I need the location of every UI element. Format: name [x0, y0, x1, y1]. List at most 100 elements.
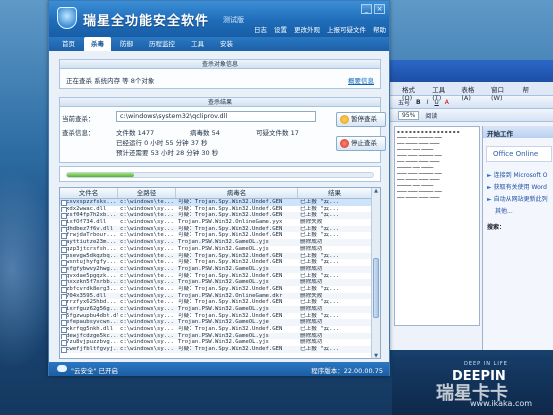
- font-size-select[interactable]: 五号: [398, 98, 410, 107]
- version-tag: 测试版: [223, 16, 244, 24]
- word-menubar: 格式(O) 工具(T) 表格(A) 窗口(W) 帮: [378, 82, 553, 102]
- cell-filename: dhdbez7f6v.dll: [60, 226, 118, 233]
- tab-scan[interactable]: 杀毒: [84, 37, 111, 51]
- pause-scan-button[interactable]: 暂停查杀: [336, 112, 386, 127]
- table-row[interactable]: rrzfyx625hbd... c:\windows\te... 可疑：Trojan…: [60, 299, 372, 306]
- tab-install[interactable]: 安装: [213, 37, 240, 51]
- table-row[interactable]: 704x3595.dll c:\windows\sy... Trojan.PSW.W…: [60, 292, 372, 300]
- menu-help[interactable]: 帮助: [373, 24, 386, 34]
- cell-filename: zbfcvrdk8erg3...: [60, 286, 118, 293]
- table-row[interactable]: ixrfguz62g56g... c:\windows\sy... Trojan.P…: [60, 306, 372, 313]
- cell-filename: cwefjfbltfgvyj...: [60, 346, 118, 353]
- table-scrollbar[interactable]: ▲ ▼: [371, 188, 380, 358]
- table-row[interactable]: qvxdae5pgqzk... c:\windows\te... 可疑：Trojan…: [60, 273, 372, 280]
- table-row[interactable]: cxvxspzzfsks... c:\windows\te... 可疑：Trojan…: [60, 199, 372, 206]
- table-row[interactable]: xdx2wwac.dll c:\windows\sy... 可疑：Trojan.Sp…: [60, 206, 372, 213]
- table-row[interactable]: sfgfybwvy2hwg... c:\windows\sy... Trojan.P…: [60, 265, 372, 273]
- bold-button[interactable]: B: [416, 99, 421, 106]
- table-row[interactable]: efepaubsyvcwn... c:\windows\sy... Trojan.P…: [60, 319, 372, 327]
- summary-link[interactable]: 概要信息: [348, 75, 374, 85]
- cell-virus: Trojan.PSW.Win32.GameOL.yje: [178, 319, 269, 326]
- watermark-tagline: DEEP IN LIFE: [464, 361, 508, 367]
- scroll-down-icon[interactable]: ▼: [373, 353, 379, 358]
- task-link-more[interactable]: 其他...: [483, 206, 553, 218]
- cell-path: c:\windows\sy...: [120, 225, 174, 232]
- cell-filename: zsf04fp7h2xb...: [60, 212, 118, 220]
- menu-skin[interactable]: 更改外观: [294, 24, 320, 34]
- table-row[interactable]: psevgw5dkqzbq... c:\windows\te... 可疑：Troja…: [60, 252, 372, 260]
- cell-filename: wxntujhyfgfy...: [60, 259, 118, 266]
- col-filename[interactable]: 文件名: [60, 188, 118, 198]
- table-row[interactable]: zbfcvrdk8erg3... c:\windows\te... 可疑：Troja…: [60, 286, 372, 293]
- cell-path: c:\windows\te...: [120, 259, 174, 266]
- tab-tools[interactable]: 工具: [184, 37, 211, 51]
- font-color-button[interactable]: A: [445, 99, 449, 106]
- word-menu-format[interactable]: 格式(O): [402, 84, 424, 102]
- table-row[interactable]: dhdbez7f6v.dll c:\windows\sy... 可疑：Trojan.…: [60, 225, 372, 233]
- table-row[interactable]: dewjfcdzge5kc... c:\windows\sy... Trojan.P…: [60, 332, 372, 340]
- minimize-button[interactable]: _: [361, 4, 372, 14]
- cell-result: 已上报 "云...: [300, 272, 340, 279]
- tab-home[interactable]: 首页: [55, 37, 82, 51]
- cell-path: c:\windows\sy...: [120, 219, 174, 226]
- results-box: 当前查杀： c:\windows\system32\qcliprov.dll 查…: [59, 107, 386, 163]
- table-row[interactable]: xkrfqg5nkh.dll c:\windows\sy... 可疑：Trojan.…: [60, 326, 372, 333]
- cell-result: 删除成功: [300, 265, 323, 272]
- cell-virus: 可疑：Trojan.Spy.Win32.Undef.GEN: [178, 232, 283, 239]
- menu-report[interactable]: 上报可疑文件: [327, 24, 366, 34]
- task-link-3[interactable]: ► 自动从网站更新此列: [483, 194, 553, 206]
- scroll-up-icon[interactable]: ▲: [373, 188, 379, 195]
- cell-filename: 7zu8vjpuzzbvg...: [60, 339, 118, 347]
- table-row[interactable]: ayttiutze23m... c:\windows\sy... Trojan.PS…: [60, 239, 372, 246]
- tab-monitor[interactable]: 历程监控: [142, 37, 182, 51]
- cell-virus: 可疑：Trojan.Spy.Win32.Undef.GEN: [178, 326, 283, 333]
- cell-virus: Trojan.PSW.Win32.OnlineGame.dkr: [178, 292, 283, 299]
- stop-scan-button[interactable]: 停止查杀: [336, 136, 386, 151]
- italic-button[interactable]: I: [427, 99, 429, 106]
- cell-result: 删除成功: [300, 279, 323, 286]
- table-row[interactable]: wxntujhyfgfy... c:\windows\te... 可疑：Trojan…: [60, 259, 372, 266]
- program-version: 程序版本：22.00.00.75: [311, 367, 383, 375]
- cell-result: 删除成功: [300, 332, 323, 339]
- cell-virus: 可疑：Trojan.Spy.Win32.Undef.GEN: [178, 252, 283, 259]
- table-row[interactable]: zsf04fp7h2xb... c:\windows\te... 可疑：Trojan…: [60, 212, 372, 220]
- table-row[interactable]: ixfOf734.dll c:\windows\sy... Trojan.PSW.W…: [60, 219, 372, 226]
- word-menu-table[interactable]: 表格(A): [461, 84, 483, 102]
- cell-filename: dewjfcdzge5kc...: [60, 333, 118, 340]
- underline-button[interactable]: U: [434, 99, 438, 106]
- table-row[interactable]: qzp3jtcrsfsh... c:\windows\sy... Trojan.PS…: [60, 246, 372, 253]
- word-document[interactable]: ▪ ▪ ▪ ▪ ▪ ▪ ▪ ▪ ▪ ▪ ▪ ▪ ▪ ▪ ▪ ▪ ━━━━ ━━━━…: [394, 126, 480, 326]
- menu-settings[interactable]: 设置: [274, 24, 287, 34]
- cell-filename: hxxzkn5f7xrbb...: [60, 279, 118, 286]
- close-button[interactable]: ×: [374, 4, 385, 14]
- table-row[interactable]: 7zu8vjpuzzbvg... c:\windows\sy... Trojan.P…: [60, 339, 372, 347]
- cell-filename: qvxdae5pgqzk...: [60, 273, 118, 280]
- scan-objects-status: 正在查杀 系统内存 等 8个对象: [66, 77, 155, 85]
- table-row[interactable]: 5fgzwupbu4dbt.dll c:\windows\sy... 可疑：Troj…: [60, 313, 372, 320]
- col-virus[interactable]: 病毒名: [176, 188, 298, 198]
- word-menu-help[interactable]: 帮: [523, 84, 530, 94]
- read-button[interactable]: 阅读: [425, 111, 437, 120]
- table-header: 文件名 全路径 病毒名 结果: [60, 188, 372, 199]
- table-row[interactable]: cwefjfbltfgvyj... c:\windows\sy... 可疑：Troj…: [60, 346, 372, 353]
- word-menu-tools[interactable]: 工具(T): [432, 84, 453, 102]
- table-row[interactable]: frwjdaTrbour... c:\windows\te... 可疑：Trojan…: [60, 232, 372, 240]
- word-menu-window[interactable]: 窗口(W): [491, 84, 515, 102]
- results-table[interactable]: 文件名 全路径 病毒名 结果 cxvxspzzfsks... c:\windows…: [59, 187, 381, 359]
- col-result[interactable]: 结果: [298, 188, 372, 198]
- table-row[interactable]: hxxzkn5f7xrbb... c:\windows\sy... Trojan.P…: [60, 279, 372, 286]
- menu-log[interactable]: 日志: [254, 24, 267, 34]
- cell-virus: 可疑：Trojan.Spy.Win32.Undef.GEN: [178, 285, 283, 292]
- titlebar: 瑞星全功能安全软件 测试版 日志 设置 更改外观 上报可疑文件 帮助 _ ×: [49, 1, 389, 37]
- col-path[interactable]: 全路径: [118, 188, 176, 198]
- cell-result: 已上报 "云...: [300, 212, 340, 219]
- task-link-1[interactable]: ► 连接到 Microsoft O: [483, 170, 553, 182]
- cell-virus: 可疑：Trojan.Spy.Win32.Undef.GEN: [178, 259, 283, 266]
- tab-defense[interactable]: 防御: [113, 37, 140, 51]
- scroll-thumb[interactable]: [373, 258, 379, 318]
- top-menu: 日志 设置 更改外观 上报可疑文件 帮助: [254, 24, 386, 34]
- task-link-2[interactable]: ► 获取有关使用 Word: [483, 182, 553, 194]
- zoom-select[interactable]: 95%: [398, 110, 420, 120]
- cell-result: 已上报 "云...: [300, 205, 340, 212]
- arrow-icon: ►: [487, 184, 492, 191]
